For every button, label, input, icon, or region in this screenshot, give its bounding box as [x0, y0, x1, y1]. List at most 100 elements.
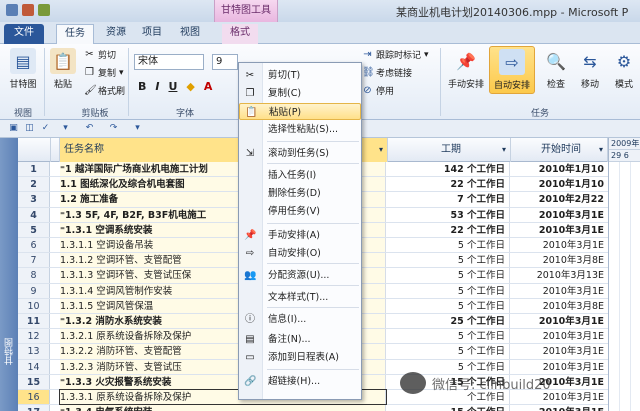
save-icon[interactable]	[22, 4, 34, 16]
duration-cell[interactable]: 53 个工作日	[388, 207, 510, 222]
start-cell[interactable]: 2010年3月1E	[511, 284, 608, 298]
menu-item-i-5[interactable]: 插入任务(I)	[239, 167, 361, 184]
start-cell[interactable]: 2010年2月22	[511, 192, 608, 206]
format-painter-button[interactable]: 🖌 格式刷	[84, 84, 125, 97]
row-number[interactable]: 2	[18, 177, 50, 192]
duration-cell[interactable]: 7 个工作日	[388, 192, 510, 207]
fill-color-icon[interactable]: ◆	[186, 80, 194, 93]
copy-button[interactable]: ❐ 复制 ▾	[84, 66, 124, 79]
row-number[interactable]: 8	[18, 268, 50, 283]
menu-item-u-10[interactable]: 👥 分配资源(U)...	[239, 267, 361, 284]
task-name-cell[interactable]: ⁼1.3.4 电气系统安装	[60, 405, 386, 411]
font-color-icon[interactable]: A	[204, 80, 213, 93]
row-number[interactable]: 17	[18, 405, 50, 411]
duration-cell[interactable]: 5 个工作日	[388, 329, 510, 344]
view-bar[interactable]: 甘特图	[0, 138, 18, 411]
customize-icon[interactable]: ▾	[132, 123, 143, 134]
row-number[interactable]: 15	[18, 374, 50, 389]
chevron-down-icon[interactable]: ▾	[502, 138, 506, 162]
tab-task[interactable]: 任务	[56, 24, 94, 44]
menu-item-n-13[interactable]: ▤ 备注(N)...	[239, 331, 361, 348]
row-number[interactable]: 16	[18, 390, 50, 405]
inspect-button[interactable]: 🔍 检查	[542, 48, 570, 91]
font-name-select[interactable]: 宋体	[134, 54, 204, 70]
start-cell[interactable]: 2010年1月10	[511, 162, 608, 176]
cut-button[interactable]: ✂ 剪切	[84, 48, 116, 61]
row-number[interactable]: 7	[18, 253, 50, 268]
chevron-down-icon[interactable]: ▾	[379, 138, 383, 162]
bold-button[interactable]: B	[138, 80, 146, 93]
move-button[interactable]: ⇆ 移动	[576, 48, 604, 91]
menu-item-c-1[interactable]: ❐ 复制(C)	[239, 85, 361, 102]
start-cell[interactable]: 2010年3月1E	[511, 223, 608, 237]
menu-item-d-6[interactable]: 删除任务(D)	[239, 185, 361, 202]
deactivate-button[interactable]: ⊘ 停用	[362, 84, 394, 97]
duration-cell[interactable]: 5 个工作日	[388, 253, 510, 268]
menu-item-h-15[interactable]: 🔗 超链接(H)...	[239, 373, 361, 390]
duration-cell[interactable]: 22 个工作日	[388, 222, 510, 237]
menu-item-a-8[interactable]: 📌 手动安排(A)	[239, 227, 361, 244]
track-mark-button[interactable]: ⇥ 跟踪时标记 ▾	[362, 48, 428, 61]
chevron-down-icon[interactable]: ▾	[599, 138, 603, 162]
manual-schedule-button[interactable]: 📌 手动安排	[444, 48, 488, 91]
tab-format[interactable]: 格式	[222, 24, 258, 44]
duration-cell[interactable]: 142 个工作日	[388, 162, 510, 177]
respect-links-button[interactable]: ⛓ 考虑链接	[362, 66, 412, 79]
tab-project[interactable]: 项目	[134, 24, 170, 44]
duration-cell[interactable]: 5 个工作日	[388, 298, 510, 313]
save-icon[interactable]: ▣	[8, 123, 19, 134]
underline-button[interactable]: U	[168, 80, 177, 93]
menu-item-s-3[interactable]: 选择性粘贴(S)...	[239, 121, 361, 138]
menu-item-t-11[interactable]: 文本样式(T)...	[239, 289, 361, 306]
select-all-cell[interactable]	[18, 138, 51, 162]
start-cell[interactable]: 2010年3月1E	[511, 329, 608, 343]
undo-icon[interactable]	[38, 4, 50, 16]
paste-button[interactable]: 📋 粘贴	[48, 48, 78, 90]
start-cell[interactable]: 2010年3月1E	[511, 314, 608, 328]
print-preview-icon[interactable]: ◫	[24, 123, 35, 134]
start-cell[interactable]: 2010年3月1E	[511, 238, 608, 252]
auto-schedule-button[interactable]: ⇨ 自动安排	[489, 46, 535, 94]
duration-cell[interactable]: 5 个工作日	[388, 238, 510, 253]
row-number[interactable]: 6	[18, 238, 50, 253]
menu-item-i-12[interactable]: ⓘ 信息(I)...	[239, 311, 361, 328]
redo-icon[interactable]: ↷	[108, 123, 119, 134]
font-size-select[interactable]: 9	[212, 54, 238, 70]
row-number[interactable]: 13	[18, 344, 50, 359]
duration-cell[interactable]: 5 个工作日	[388, 344, 510, 359]
menu-item-t-0[interactable]: ✂ 剪切(T)	[239, 67, 361, 84]
tab-resource[interactable]: 资源	[98, 24, 134, 44]
row-number[interactable]: 11	[18, 314, 50, 329]
tab-file[interactable]: 文件	[4, 24, 44, 44]
start-cell[interactable]: 2010年3月8E	[511, 253, 608, 267]
row-number[interactable]: 14	[18, 359, 50, 374]
row-number[interactable]: 3	[18, 192, 50, 207]
format-icon[interactable]: ▾	[60, 123, 71, 134]
menu-item-p-2[interactable]: 📋 粘贴(P)	[239, 103, 361, 120]
duration-cell[interactable]: 22 个工作日	[388, 177, 510, 192]
tab-view[interactable]: 视图	[172, 24, 208, 44]
column-header-start[interactable]: 开始时间 ▾	[511, 138, 608, 162]
row-number[interactable]: 1	[18, 162, 50, 177]
duration-cell[interactable]: 5 个工作日	[388, 283, 510, 298]
menu-item-o-9[interactable]: ⇨ 自动安排(O)	[239, 245, 361, 262]
column-header-duration[interactable]: 工期 ▾	[388, 138, 511, 162]
spelling-icon[interactable]: ✓	[40, 123, 51, 134]
gantt-chart-button[interactable]: ▤ 甘特图	[6, 48, 40, 90]
row-number[interactable]: 9	[18, 283, 50, 298]
italic-button[interactable]: I	[155, 80, 159, 93]
mode-button[interactable]: ⚙ 模式	[610, 48, 638, 91]
menu-item-s-4[interactable]: ⇲ 滚动到任务(S)	[239, 145, 361, 162]
start-cell[interactable]: 2010年3月1E	[511, 344, 608, 358]
start-cell[interactable]: 2010年3月13E	[511, 268, 608, 282]
row-number[interactable]: 4	[18, 207, 50, 222]
row-number[interactable]: 12	[18, 329, 50, 344]
start-cell[interactable]: 2010年1月10	[511, 177, 608, 191]
menu-item-a-14[interactable]: ▭ 添加到日程表(A)	[239, 349, 361, 366]
start-cell[interactable]: 2010年3月1E	[511, 208, 608, 222]
duration-cell[interactable]: 5 个工作日	[388, 268, 510, 283]
row-number[interactable]: 10	[18, 298, 50, 313]
start-cell[interactable]: 2010年3月8E	[511, 299, 608, 313]
row-number[interactable]: 5	[18, 222, 50, 237]
undo-icon[interactable]: ↶	[84, 123, 95, 134]
